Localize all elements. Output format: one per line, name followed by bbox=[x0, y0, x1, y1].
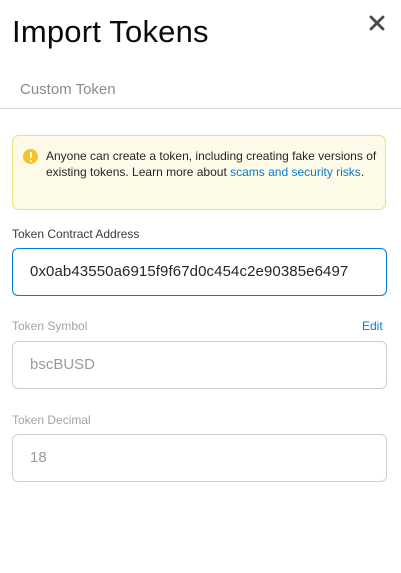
tab-custom-token[interactable]: Custom Token bbox=[20, 81, 116, 98]
token-symbol-label: Token Symbol bbox=[12, 319, 88, 333]
token-decimal-field[interactable]: 18 bbox=[12, 434, 387, 482]
close-button[interactable] bbox=[365, 12, 389, 36]
tab-divider bbox=[0, 108, 401, 109]
close-icon[interactable] bbox=[365, 12, 389, 36]
scams-risks-link[interactable]: scams and security risks bbox=[230, 165, 361, 179]
warning-banner: Anyone can create a token, including cre… bbox=[12, 135, 386, 210]
warning-message: Anyone can create a token, including cre… bbox=[46, 148, 379, 180]
token-address-label: Token Contract Address bbox=[12, 227, 140, 241]
token-symbol-field[interactable]: bscBUSD bbox=[12, 341, 387, 389]
edit-symbol-link[interactable]: Edit bbox=[362, 319, 383, 333]
token-symbol-value: bscBUSD bbox=[30, 356, 96, 373]
token-decimal-value: 18 bbox=[30, 449, 47, 466]
token-decimal-label: Token Decimal bbox=[12, 413, 91, 427]
warning-icon bbox=[23, 149, 38, 164]
warning-suffix: . bbox=[360, 165, 365, 179]
token-address-field[interactable]: 0x0ab43550a6915f9f67d0c454c2e90385e6497 bbox=[12, 248, 387, 296]
page-title: Import Tokens bbox=[12, 14, 209, 49]
token-address-value[interactable]: 0x0ab43550a6915f9f67d0c454c2e90385e6497 bbox=[30, 263, 348, 280]
